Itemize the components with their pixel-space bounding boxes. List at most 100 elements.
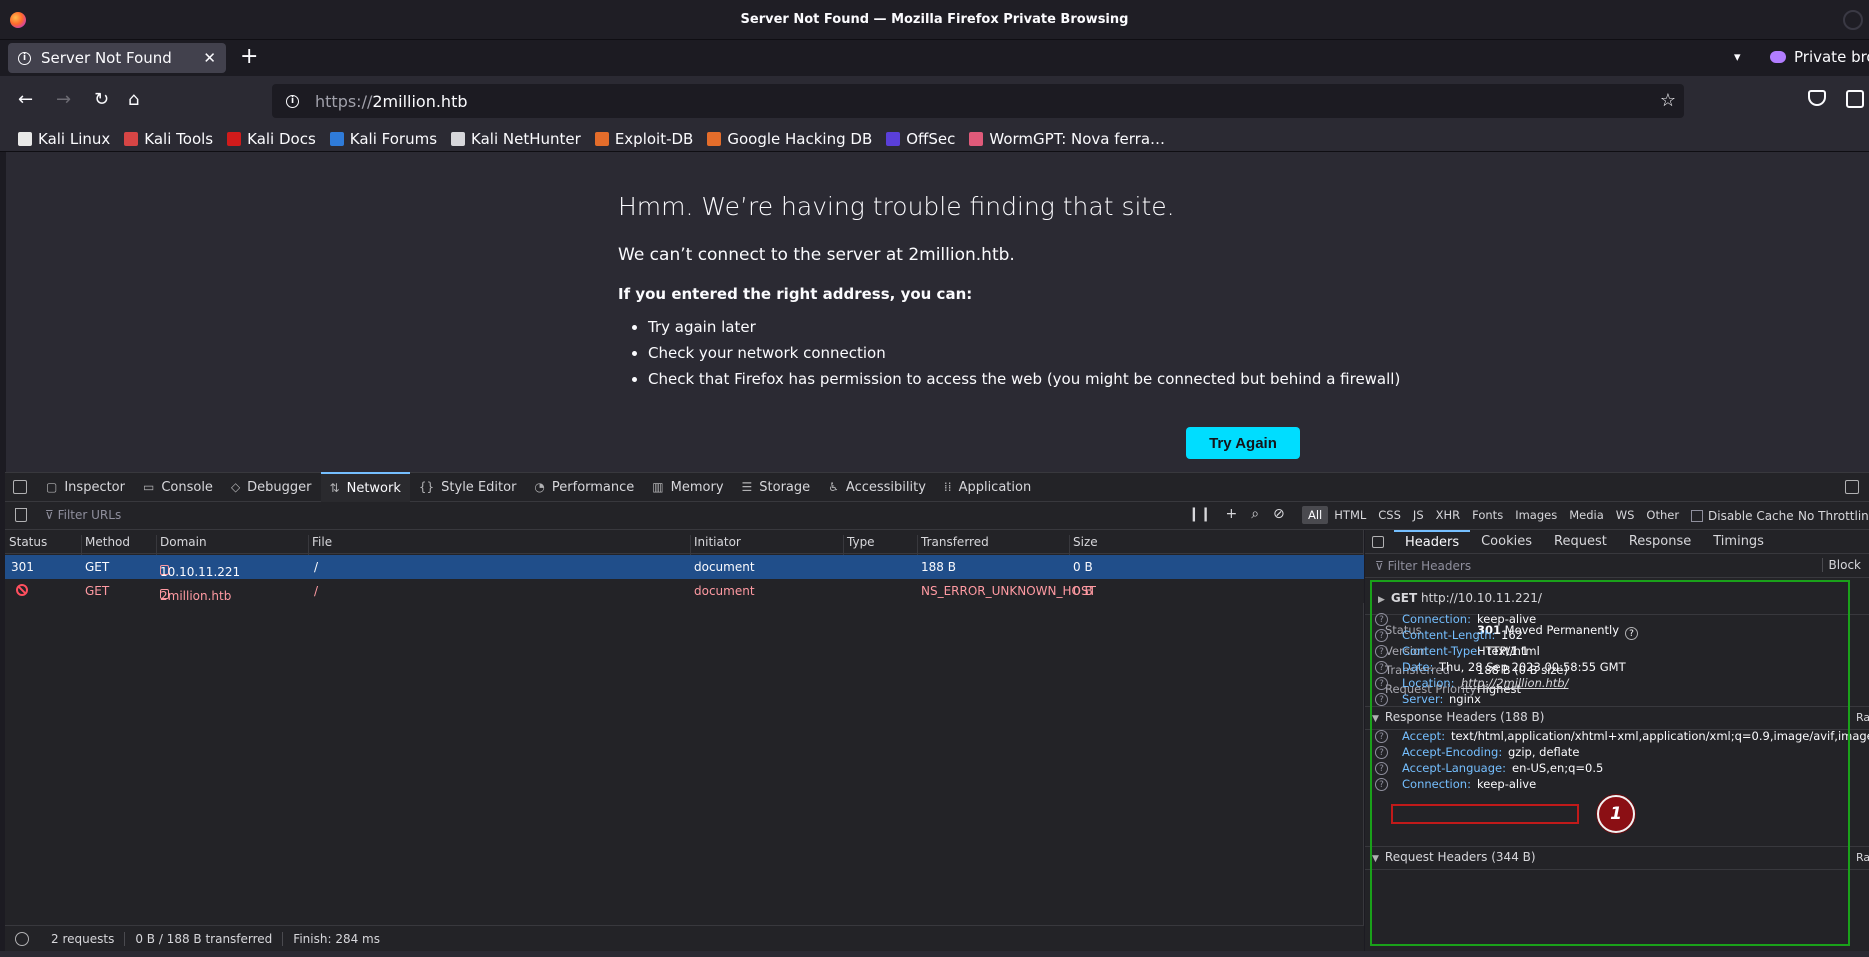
- tab-style-editor[interactable]: {} Style Editor: [410, 472, 526, 502]
- list-item: Try again later: [648, 318, 1400, 344]
- list-all-tabs-icon[interactable]: ▾: [1734, 50, 1741, 65]
- bookmark-item[interactable]: Kali Forums: [329, 130, 437, 148]
- bookmark-item[interactable]: WormGPT: Nova ferra…: [969, 130, 1165, 148]
- dock-options-icon[interactable]: [1845, 480, 1859, 494]
- element-picker-icon[interactable]: [13, 480, 27, 494]
- transferred-summary: 0 B / 188 B transferred: [125, 931, 284, 946]
- finish-time: Finish: 284 ms: [293, 931, 380, 946]
- window-control-icon[interactable]: [1843, 10, 1863, 30]
- cell-initiator: document: [694, 584, 755, 598]
- error-status-icon: [16, 584, 28, 596]
- error-suggestions-heading: If you entered the right address, you ca…: [618, 285, 973, 303]
- tab-response[interactable]: Response: [1618, 530, 1702, 554]
- filter-images[interactable]: Images: [1509, 506, 1563, 524]
- bookmark-item[interactable]: Kali NetHunter: [451, 130, 581, 148]
- filter-media[interactable]: Media: [1563, 506, 1610, 524]
- throttling-value: No Throttling: [1798, 509, 1869, 523]
- filter-js[interactable]: JS: [1407, 506, 1430, 524]
- filter-ws[interactable]: WS: [1610, 506, 1641, 524]
- add-request-icon[interactable]: +: [1225, 506, 1237, 522]
- pause-icon[interactable]: ❙❙: [1188, 506, 1211, 522]
- home-button[interactable]: ⌂: [128, 89, 139, 110]
- close-tab-icon[interactable]: ✕: [203, 49, 216, 67]
- devtools-tab-label: Storage: [759, 479, 811, 495]
- back-button[interactable]: ←: [18, 89, 33, 110]
- new-tab-button[interactable]: +: [240, 44, 258, 69]
- bookmark-item[interactable]: Kali Linux: [18, 130, 110, 148]
- block-icon[interactable]: ⊘: [1273, 506, 1285, 522]
- extensions-icon[interactable]: [1846, 90, 1864, 108]
- performance-icon: ◔: [534, 480, 545, 494]
- try-again-button[interactable]: Try Again: [1186, 427, 1300, 459]
- checkbox-icon[interactable]: [1691, 510, 1703, 522]
- bookmark-item[interactable]: OffSec: [886, 130, 955, 148]
- tab-request[interactable]: Request: [1543, 530, 1618, 554]
- pocket-icon[interactable]: [1808, 90, 1826, 106]
- tab-timings[interactable]: Timings: [1702, 530, 1775, 554]
- cell-method: GET: [85, 560, 110, 574]
- raw-toggle-label[interactable]: Ra: [1856, 711, 1869, 724]
- firefox-logo-icon: [10, 12, 26, 28]
- block-button[interactable]: Block: [1821, 558, 1861, 572]
- bookmark-item[interactable]: Google Hacking DB: [707, 130, 872, 148]
- raw-toggle-label[interactable]: Ra: [1856, 851, 1869, 864]
- forward-button[interactable]: →: [56, 89, 71, 110]
- tab-memory[interactable]: ▥ Memory: [643, 472, 732, 502]
- search-icon[interactable]: ⌕: [1251, 506, 1259, 522]
- annotation-green-box: [1370, 580, 1850, 946]
- column-header-domain[interactable]: Domain: [160, 535, 207, 549]
- throttling-select[interactable]: No Throttling ▾: [1798, 509, 1869, 523]
- table-row[interactable]: 301 GET 10.10.11.221 / document 188 B 0 …: [5, 555, 1364, 579]
- devtools-toolbar: ▢ Inspector ▭ Console ◇ Debugger ⇅ Network {} Sty…: [5, 472, 1869, 502]
- devtools-tab-label: Network: [346, 480, 401, 496]
- column-header-transferred[interactable]: Transferred: [921, 535, 989, 549]
- filter-html[interactable]: HTML: [1328, 506, 1372, 524]
- column-header-file[interactable]: File: [312, 535, 332, 549]
- performance-analysis-icon[interactable]: [15, 931, 29, 946]
- tab-console[interactable]: ▭ Console: [134, 472, 222, 502]
- column-header-method[interactable]: Method: [85, 535, 130, 549]
- bookmark-favicon-icon: [886, 131, 901, 146]
- error-page: Hmm. We’re having trouble finding that s…: [5, 152, 1869, 472]
- filter-other[interactable]: Other: [1640, 506, 1685, 524]
- tab-storage[interactable]: ☰ Storage: [733, 472, 820, 502]
- table-row[interactable]: GET 2million.htb / document NS_ERROR_UNK…: [5, 579, 1364, 603]
- url-bar[interactable]: i https:// 2million.htb ☆: [272, 84, 1684, 118]
- filter-all[interactable]: All: [1302, 506, 1329, 524]
- filter-css[interactable]: CSS: [1372, 506, 1407, 524]
- bookmark-label: WormGPT: Nova ferra…: [989, 129, 1166, 148]
- cell-status: 301: [11, 560, 34, 574]
- filter-xhr[interactable]: XHR: [1430, 506, 1467, 524]
- clear-requests-icon[interactable]: [15, 508, 27, 522]
- tab-application[interactable]: ⁞⁞ Application: [935, 472, 1040, 502]
- tab-debugger[interactable]: ◇ Debugger: [222, 472, 321, 502]
- column-header-initiator[interactable]: Initiator: [694, 535, 741, 549]
- reload-button[interactable]: ↻: [94, 89, 109, 110]
- private-mask-icon: [1770, 51, 1786, 63]
- navigation-toolbar: ← → ↻ ⌂ i https:// 2million.htb ☆: [0, 76, 1869, 126]
- filter-headers-input[interactable]: ⊽ Filter Headers Block: [1365, 554, 1869, 578]
- tab-performance[interactable]: ◔ Performance: [525, 472, 643, 502]
- cell-domain-text: 2million.htb: [160, 589, 232, 603]
- site-info-icon[interactable]: i: [286, 94, 299, 108]
- accessibility-icon: ♿: [828, 480, 839, 494]
- column-header-size[interactable]: Size: [1073, 535, 1098, 549]
- toggle-panel-icon[interactable]: [1372, 535, 1384, 548]
- disable-cache-checkbox[interactable]: Disable Cache: [1691, 509, 1794, 523]
- tab-network[interactable]: ⇅ Network: [320, 472, 410, 502]
- bookmark-label: Kali Linux: [38, 129, 111, 148]
- bookmark-item[interactable]: Kali Tools: [124, 130, 213, 148]
- column-header-type[interactable]: Type: [847, 535, 875, 549]
- tab-headers[interactable]: Headers: [1394, 529, 1471, 554]
- tab-inspector[interactable]: ▢ Inspector: [37, 472, 134, 502]
- bookmark-item[interactable]: Kali Docs: [227, 130, 316, 148]
- tab-accessibility[interactable]: ♿ Accessibility: [819, 472, 935, 502]
- column-header-status[interactable]: Status: [9, 535, 47, 549]
- bookmark-star-icon[interactable]: ☆: [1660, 90, 1676, 111]
- tab-server-not-found[interactable]: i Server Not Found ✕: [8, 43, 226, 73]
- network-toolbar-actions: ❙❙ + ⌕ ⊘: [1188, 506, 1285, 522]
- filter-fonts[interactable]: Fonts: [1466, 506, 1509, 524]
- bookmark-item[interactable]: Exploit-DB: [594, 130, 693, 148]
- filter-urls-input[interactable]: ⊽ Filter URLs: [45, 508, 121, 522]
- tab-cookies[interactable]: Cookies: [1470, 530, 1543, 554]
